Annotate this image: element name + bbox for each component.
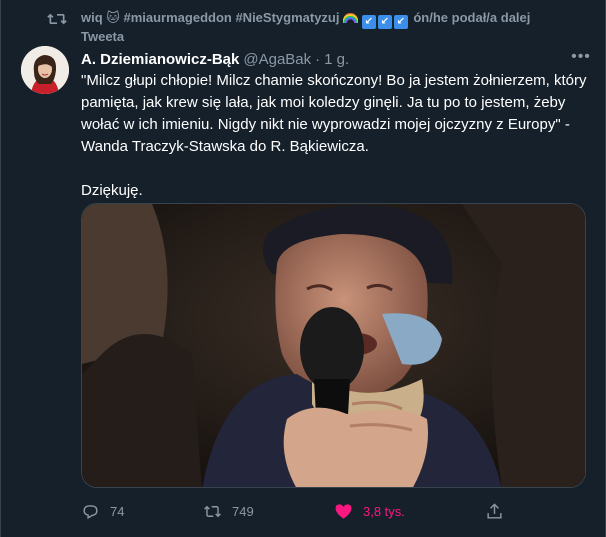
like-count: 3,8 tys.	[363, 503, 405, 519]
arrow-emoji-icon: ↙	[361, 15, 376, 29]
tweet-photo[interactable]	[81, 203, 586, 488]
retweet-icon	[47, 13, 67, 25]
retweet-text[interactable]: wiq 🐱 #miaurmageddon #NieStygmatyzuj ↙ ↙ ↙…	[81, 10, 591, 45]
separator-dot: ·	[315, 51, 321, 68]
rainbow-flag-icon	[343, 13, 359, 23]
photo-illustration	[82, 204, 585, 487]
tweet-actions: 74 749 3,8 tys.	[81, 500, 591, 522]
tweet-paragraph: Dziękuję.	[81, 182, 143, 199]
tweet-paragraph: "Milcz głupi chłopie! Milcz chamie skońc…	[81, 72, 587, 155]
retweet-button[interactable]: 749	[203, 500, 254, 522]
arrow-emoji-icon: ↙	[377, 15, 392, 29]
tweet-text: "Milcz głupi chłopie! Milcz chamie skońc…	[81, 70, 591, 224]
retweet-count: 749	[232, 503, 254, 519]
tweet-time[interactable]: 1 g.	[324, 51, 349, 68]
arrow-emoji-icon: ↙	[393, 15, 408, 29]
share-icon	[487, 502, 502, 519]
reply-count: 74	[110, 503, 125, 519]
avatar[interactable]	[21, 46, 69, 94]
retweet-icon	[204, 505, 221, 517]
retweeter-name[interactable]: wiq	[81, 10, 103, 25]
author-handle[interactable]: @AgaBak	[243, 51, 311, 68]
retweet-suffix: ón/he podał/a dalej	[413, 10, 531, 25]
tweet-container: wiq 🐱 #miaurmageddon #NieStygmatyzuj ↙ ↙ ↙…	[0, 0, 606, 537]
more-dots-icon[interactable]: •••	[571, 49, 591, 70]
avatar-portrait	[21, 46, 69, 94]
cat-emoji-icon: 🐱	[106, 10, 120, 25]
share-button[interactable]	[485, 500, 504, 522]
reply-icon	[83, 504, 98, 519]
heart-icon	[335, 503, 352, 519]
retweet-suffix-line2: Tweeta	[81, 29, 125, 44]
reply-button[interactable]: 74	[81, 500, 124, 522]
author-name[interactable]: A. Dziemianowicz-Bąk	[81, 51, 239, 68]
tweet-header: A. Dziemianowicz-Bąk @AgaBak · 1 g. •••	[81, 49, 591, 70]
retweeter-hashtags: #miaurmageddon #NieStygmatyzuj	[123, 10, 340, 25]
like-button[interactable]: 3,8 tys.	[334, 500, 405, 522]
